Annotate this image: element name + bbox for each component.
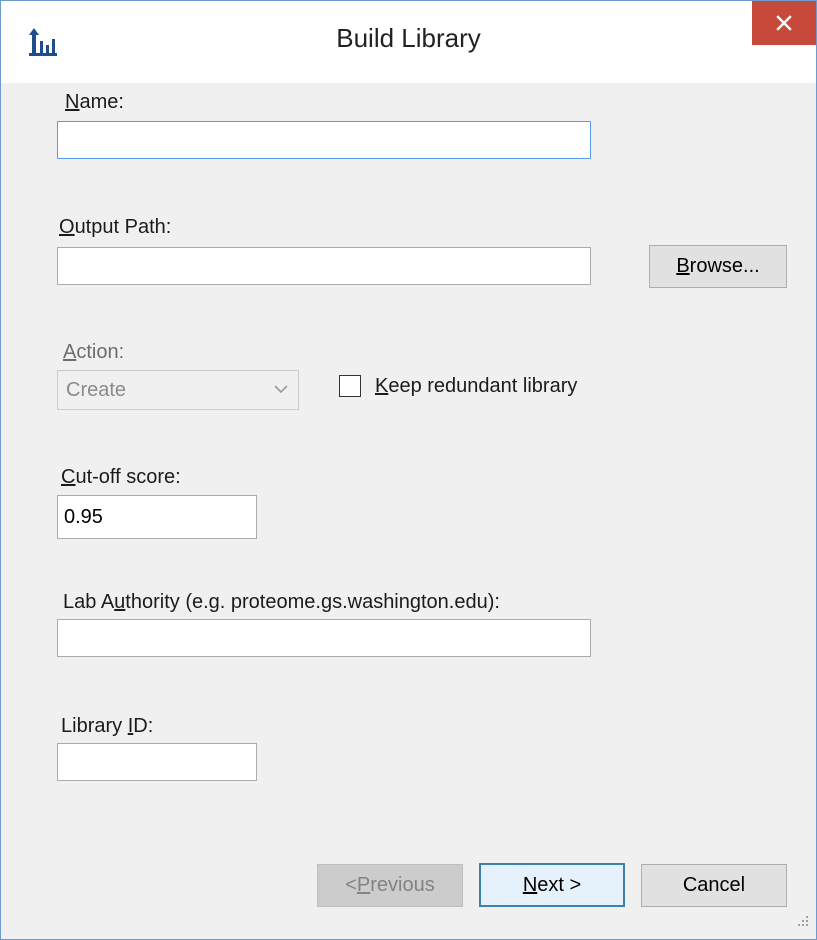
name-input[interactable]	[57, 121, 591, 159]
action-selected-value: Create	[66, 379, 127, 401]
previous-button[interactable]: < Previous	[317, 864, 463, 907]
browse-button[interactable]: Browse...	[649, 245, 787, 288]
cutoff-score-label: Cut-off score:	[61, 466, 181, 488]
cutoff-score-input[interactable]: 0.95	[57, 495, 257, 539]
library-id-input[interactable]	[57, 743, 257, 781]
close-icon	[776, 15, 792, 31]
library-id-label: Library ID:	[61, 715, 154, 737]
action-label: Action:	[63, 341, 125, 363]
chevron-down-icon	[274, 385, 288, 394]
output-path-label: Output Path:	[59, 216, 172, 238]
output-path-input[interactable]	[57, 247, 591, 285]
title-bar[interactable]: Build Library	[1, 1, 816, 83]
cancel-button[interactable]: Cancel	[641, 864, 787, 907]
keep-redundant-checkbox[interactable]	[339, 375, 361, 397]
action-dropdown[interactable]: Create	[57, 370, 299, 410]
resize-grip-icon[interactable]	[796, 914, 810, 928]
build-library-dialog: Build Library Name: Output Path: Browse.…	[0, 0, 817, 940]
lab-authority-input[interactable]	[57, 619, 591, 657]
lab-authority-label: Lab Authority (e.g. proteome.gs.washingt…	[63, 591, 500, 613]
next-button[interactable]: Next >	[479, 863, 625, 907]
name-label: Name:	[65, 91, 124, 113]
close-button[interactable]	[752, 1, 816, 45]
window-title: Build Library	[336, 23, 481, 53]
keep-redundant-label[interactable]: Keep redundant library	[375, 375, 577, 398]
